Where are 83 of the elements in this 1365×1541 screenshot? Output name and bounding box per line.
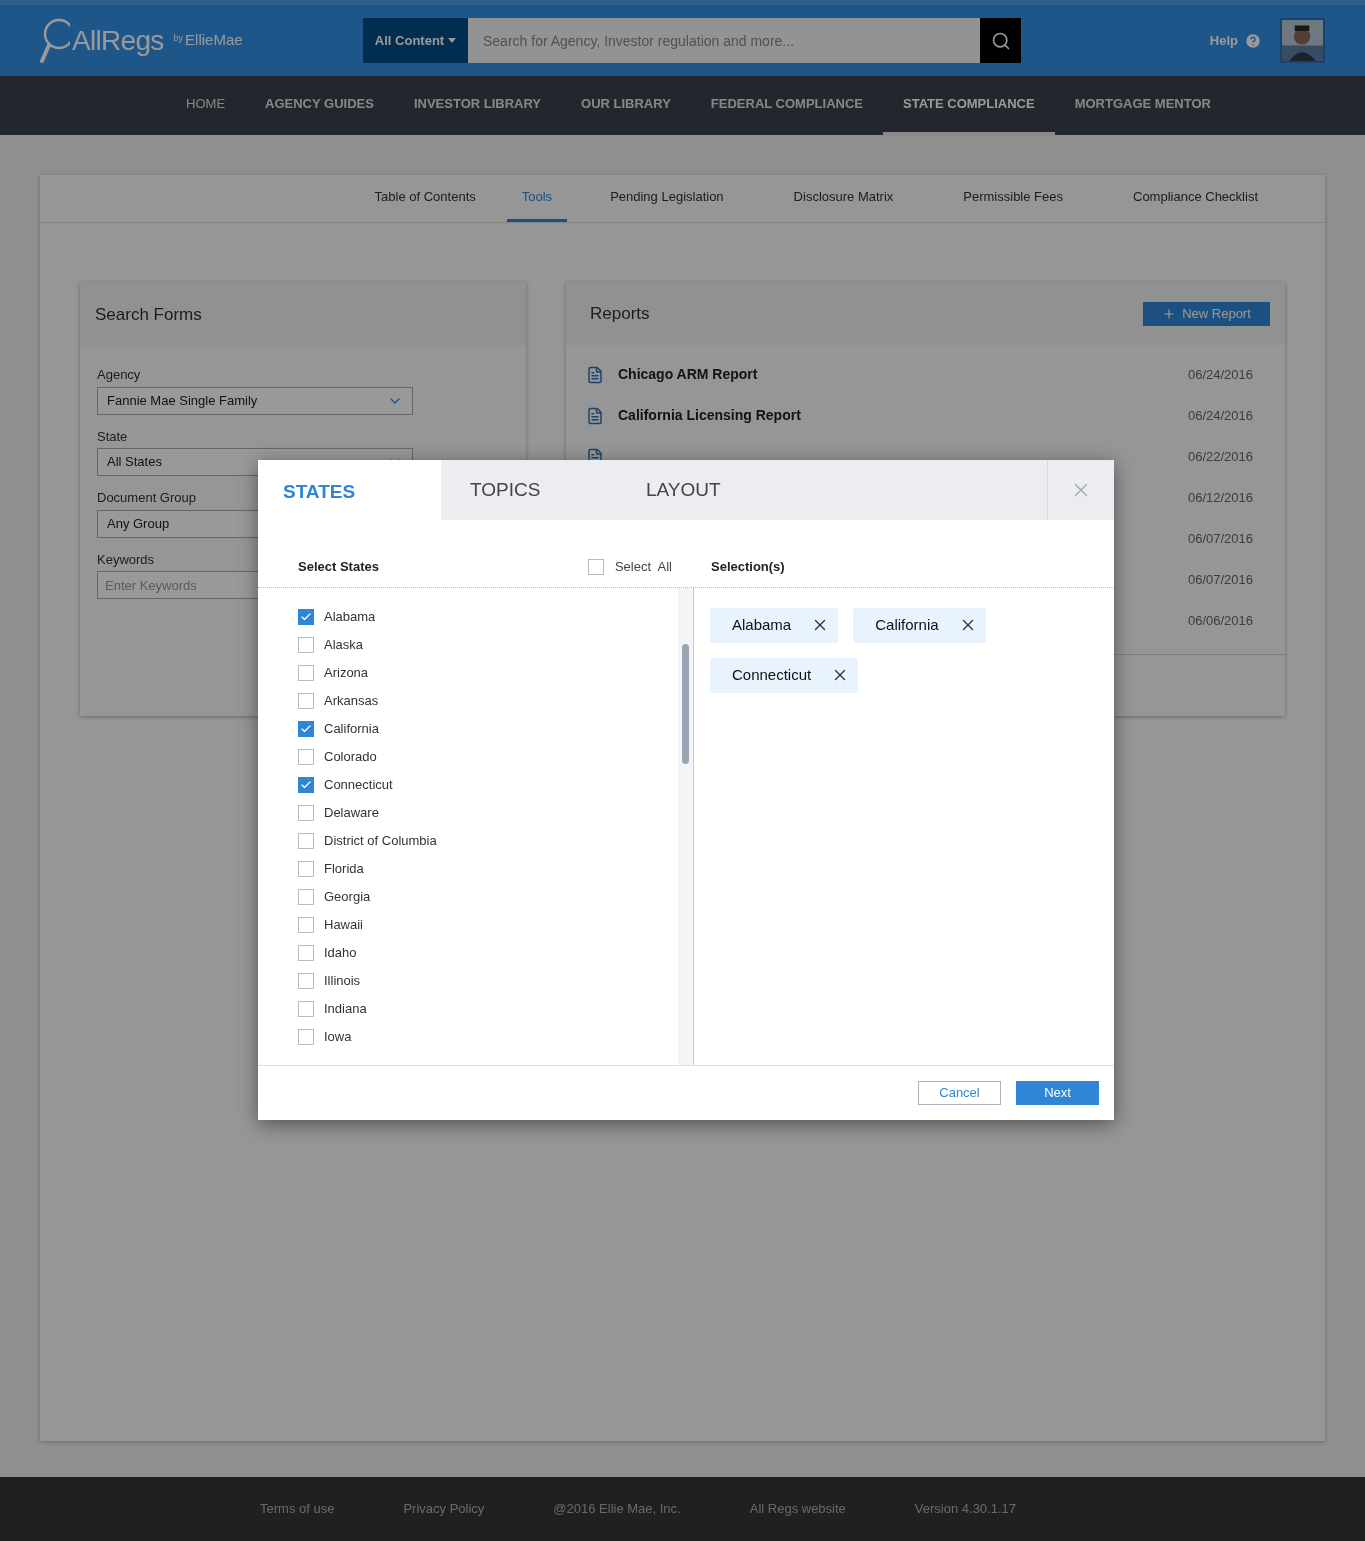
checkbox[interactable] [298, 608, 314, 625]
document-icon [586, 406, 604, 425]
checkbox-label[interactable]: Alaska [324, 634, 364, 655]
checkbox-label[interactable]: Colorado [324, 746, 377, 767]
nav-link[interactable]: HOME [166, 76, 246, 135]
checkbox-label[interactable]: Florida [324, 858, 364, 879]
report-link[interactable]: Chicago ARM Report [618, 364, 758, 385]
checkbox-label[interactable]: Idaho [324, 942, 357, 963]
field-label: State [97, 427, 128, 446]
nav-link[interactable]: OUR LIBRARY [561, 76, 691, 135]
document-icon [586, 365, 604, 384]
checkbox[interactable] [298, 692, 314, 709]
nav-link[interactable]: MORTGAGE MENTOR [1054, 76, 1231, 135]
selection-chip: Alabama [710, 607, 839, 643]
report-date: 06/12/2016 [1187, 488, 1253, 507]
sub-tab[interactable]: Table of Contents [359, 175, 491, 222]
checkbox-label[interactable]: Select All [614, 557, 672, 577]
selection-chip: Connecticut [710, 657, 859, 693]
scope-dropdown[interactable]: All Content [363, 18, 468, 63]
checkbox[interactable] [298, 888, 314, 905]
checkbox[interactable] [587, 558, 604, 575]
checkbox-label[interactable]: California [324, 718, 379, 739]
sub-tab[interactable]: Pending Legislation [595, 175, 739, 222]
selection-chip: California [853, 607, 986, 643]
nav-link[interactable]: STATE COMPLIANCE [883, 76, 1055, 135]
checkbox-label[interactable]: Indiana [324, 998, 367, 1019]
panel-title: Reports [590, 302, 650, 325]
logo-text: AllRegs [72, 23, 164, 58]
selection-heading: Selection(s) [711, 558, 785, 576]
checkbox-label[interactable]: Georgia [324, 886, 371, 907]
next-button[interactable]: Next [1016, 1081, 1099, 1105]
logo-by: by [173, 31, 184, 45]
sub-tab[interactable]: Compliance Checklist [1118, 175, 1273, 222]
report-date: 06/06/2016 [1187, 611, 1253, 630]
search-field[interactable]: Search for Agency, Investor regulation and more... [468, 18, 980, 63]
checkbox[interactable] [298, 804, 314, 821]
search-icon [990, 30, 1011, 51]
checkbox[interactable] [298, 860, 314, 877]
checkbox[interactable] [298, 664, 314, 681]
logo-brand: EllieMae [185, 30, 243, 51]
checkbox-label[interactable]: Iowa [324, 1026, 352, 1047]
checkbox-label[interactable]: Illinois [324, 970, 361, 991]
plus-icon [1162, 306, 1177, 321]
field-label: Keywords [97, 550, 155, 569]
checkbox[interactable] [298, 776, 314, 793]
report-link[interactable]: California Licensing Report [618, 405, 801, 426]
sub-tab[interactable]: Permissible Fees [948, 175, 1078, 222]
panel-title: Search Forms [95, 303, 202, 326]
report-date: 06/07/2016 [1187, 529, 1253, 548]
checkbox-label[interactable]: District of Columbia [324, 830, 437, 851]
checkbox-label[interactable]: Delaware [324, 802, 379, 823]
caret-icon [448, 38, 457, 43]
report-date: 06/07/2016 [1187, 570, 1253, 589]
checkbox-label[interactable]: Arkansas [324, 690, 379, 711]
checkbox-label[interactable]: Hawaii [324, 914, 363, 935]
search-button[interactable] [980, 18, 1021, 63]
checkbox[interactable] [298, 972, 314, 989]
field-label: Agency [97, 366, 141, 384]
checkbox-label[interactable]: Connecticut [324, 774, 393, 795]
dialog-tab[interactable]: STATES [258, 460, 441, 520]
scrollbar[interactable] [678, 587, 694, 1065]
checkbox-label[interactable]: Alabama [324, 606, 376, 627]
field-label: Document Group [97, 489, 196, 507]
report-date: 06/24/2016 [1187, 406, 1253, 425]
select-field[interactable]: Fannie Mae Single Family [97, 386, 413, 415]
checkbox[interactable] [298, 1028, 314, 1045]
cancel-button[interactable]: Cancel [918, 1081, 1001, 1105]
checkbox[interactable] [298, 916, 314, 933]
magnifier-icon [40, 16, 70, 65]
help-icon[interactable] [1244, 31, 1262, 50]
nav-link[interactable]: FEDERAL COMPLIANCE [690, 76, 883, 135]
nav-link[interactable]: AGENCY GUIDES [245, 76, 394, 135]
checkbox[interactable] [298, 832, 314, 849]
report-date: 06/24/2016 [1187, 365, 1253, 384]
report-date: 06/22/2016 [1187, 447, 1253, 466]
checkbox-label[interactable]: Arizona [324, 662, 369, 683]
checkbox[interactable] [298, 720, 314, 737]
checkbox[interactable] [298, 1000, 314, 1017]
nav-link[interactable]: INVESTOR LIBRARY [393, 76, 562, 135]
sub-tab[interactable]: Disclosure Matrix [778, 175, 909, 222]
checkbox[interactable] [298, 748, 314, 765]
checkbox[interactable] [298, 636, 314, 653]
checkbox[interactable] [298, 944, 314, 961]
